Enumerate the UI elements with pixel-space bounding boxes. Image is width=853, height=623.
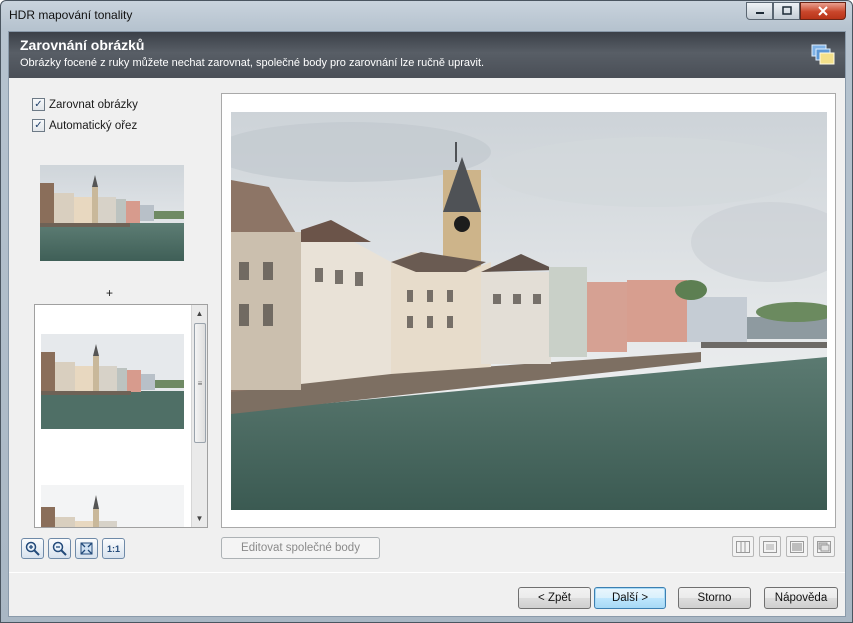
- footer-separator: [9, 572, 845, 573]
- window-title: HDR mapování tonality: [9, 8, 133, 22]
- minimize-icon: [755, 12, 764, 14]
- cancel-button[interactable]: Storno: [678, 587, 751, 609]
- next-button[interactable]: Další >: [594, 587, 666, 609]
- reference-thumbnail[interactable]: [40, 165, 184, 261]
- close-button[interactable]: [800, 2, 846, 20]
- auto-crop-checkbox[interactable]: ✓: [32, 119, 45, 132]
- fit-to-window-button[interactable]: [75, 538, 98, 559]
- auto-crop-label: Automatický ořez: [49, 119, 138, 132]
- minimize-button[interactable]: [746, 2, 773, 20]
- zoom-out-button[interactable]: [48, 538, 71, 559]
- window-controls: [746, 2, 846, 20]
- thumb-list-scrollbar[interactable]: ▲ ≡ ▼: [191, 305, 207, 527]
- view-mode-toolbar: [732, 536, 835, 557]
- preview-image[interactable]: [231, 112, 827, 510]
- split-view-button[interactable]: [732, 536, 754, 557]
- zoom-in-button[interactable]: [21, 538, 44, 559]
- single-view-button[interactable]: [759, 536, 781, 557]
- close-icon: [818, 6, 828, 16]
- zoom-toolbar: 1:1: [21, 538, 125, 559]
- overlay-view-icon: [790, 540, 804, 553]
- scrollbar-thumb[interactable]: ≡: [194, 323, 206, 443]
- app-window: HDR mapování tonality Zarovnání obrázků …: [0, 0, 853, 623]
- page-title: Zarovnání obrázků: [20, 37, 145, 53]
- layers-icon: [811, 44, 835, 65]
- stacked-view-icon: [817, 540, 831, 553]
- align-images-checkbox[interactable]: ✓: [32, 98, 45, 111]
- stacked-view-button[interactable]: [813, 536, 835, 557]
- source-thumbnail-1[interactable]: [41, 334, 184, 429]
- maximize-icon: [781, 6, 792, 15]
- overlay-view-button[interactable]: [786, 536, 808, 557]
- wizard-header: Zarovnání obrázků Obrázky focené z ruky …: [9, 32, 845, 78]
- help-button[interactable]: Nápověda: [764, 587, 838, 609]
- fit-window-icon: [80, 542, 93, 555]
- dialog-client: Zarovnání obrázků Obrázky focené z ruky …: [8, 31, 846, 617]
- source-image-list[interactable]: ▲ ≡ ▼: [34, 304, 208, 528]
- zoom-out-icon: [52, 541, 67, 556]
- align-images-option[interactable]: ✓ Zarovnat obrázky: [32, 98, 138, 111]
- page-subtitle: Obrázky focené z ruky můžete nechat zaro…: [20, 57, 485, 69]
- source-thumbnail-2[interactable]: [41, 485, 184, 528]
- plus-sign: +: [106, 286, 114, 300]
- scroll-down-arrow-icon[interactable]: ▼: [192, 511, 207, 526]
- single-view-icon: [763, 540, 777, 553]
- auto-crop-option[interactable]: ✓ Automatický ořez: [32, 119, 137, 132]
- back-button[interactable]: < Zpět: [518, 587, 591, 609]
- scroll-up-arrow-icon[interactable]: ▲: [192, 306, 207, 321]
- zoom-in-icon: [25, 541, 40, 556]
- maximize-button[interactable]: [773, 2, 800, 20]
- actual-size-button[interactable]: 1:1: [102, 538, 125, 559]
- align-images-label: Zarovnat obrázky: [49, 98, 138, 111]
- split-view-icon: [736, 540, 750, 553]
- title-bar[interactable]: HDR mapování tonality: [1, 1, 852, 29]
- image-preview-panel[interactable]: [221, 93, 836, 528]
- edit-points-button[interactable]: Editovat společné body: [221, 537, 380, 559]
